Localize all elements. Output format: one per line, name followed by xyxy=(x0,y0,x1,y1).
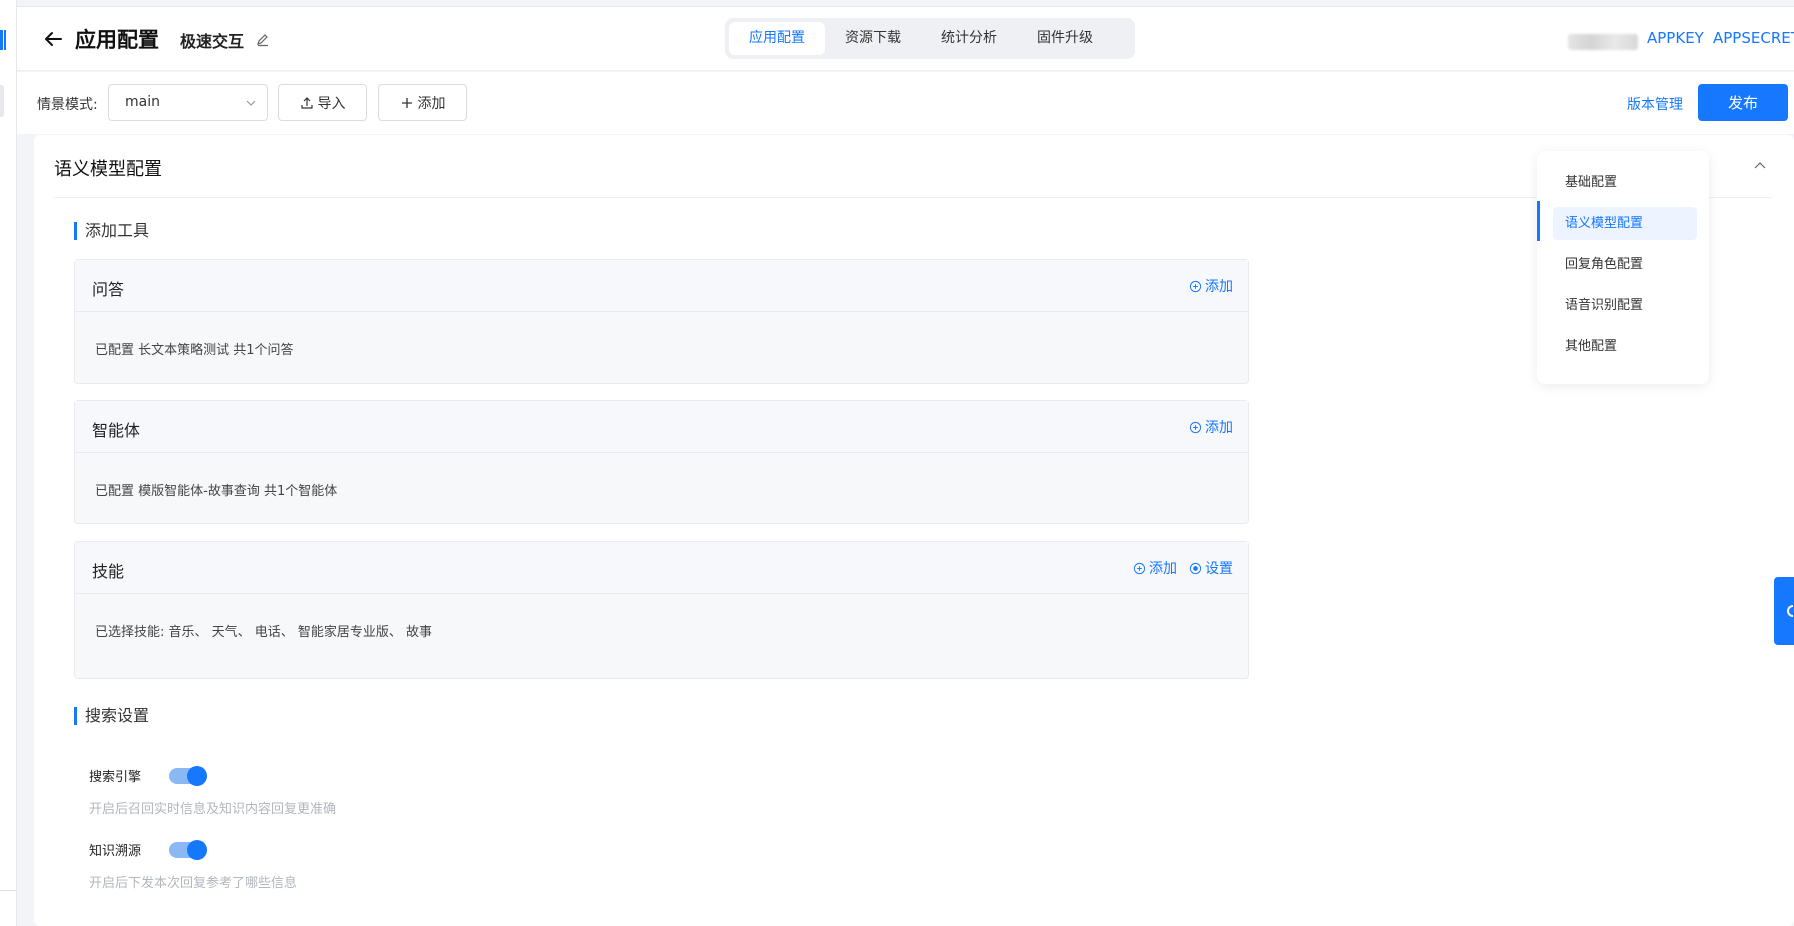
skill-add-button[interactable]: 添加 xyxy=(1133,558,1177,578)
floating-help-tab[interactable] xyxy=(1774,577,1794,645)
skill-add-label: 添加 xyxy=(1149,561,1177,577)
sidebar-active-marker xyxy=(0,85,4,117)
agent-add-label: 添加 xyxy=(1205,420,1233,436)
mode-label: 情景模式: xyxy=(37,97,98,113)
gear-icon xyxy=(1189,562,1202,574)
plus-circle-icon xyxy=(1189,280,1202,292)
anchor-other-config[interactable]: 其他配置 xyxy=(1553,330,1697,363)
agent-title: 智能体 xyxy=(92,421,141,440)
anchor-speech-recognition-config[interactable]: 语音识别配置 xyxy=(1553,289,1697,322)
qa-add-label: 添加 xyxy=(1205,279,1233,295)
back-arrow-icon[interactable] xyxy=(41,27,65,51)
skill-title: 技能 xyxy=(92,562,125,581)
card-divider xyxy=(54,197,1772,198)
search-engine-toggle[interactable] xyxy=(169,766,207,786)
card-title: 语义模型配置 xyxy=(54,159,162,180)
mode-select[interactable]: main xyxy=(108,84,268,121)
chevron-up-icon[interactable] xyxy=(1752,158,1768,174)
header: 应用配置 极速交互 应用配置 资源下载 统计分析 固件升级 APPKEY APP… xyxy=(17,7,1794,71)
tab-firmware-upgrade[interactable]: 固件升级 xyxy=(1017,22,1113,55)
anchor-semantic-model-config[interactable]: 语义模型配置 xyxy=(1553,207,1697,240)
anchor-active-rail xyxy=(1537,201,1540,241)
anchor-reply-role-config[interactable]: 回复角色配置 xyxy=(1553,248,1697,281)
add-scene-button[interactable]: 添加 xyxy=(378,84,467,121)
knowledge-trace-label: 知识溯源 xyxy=(89,844,142,859)
publish-button[interactable]: 发布 xyxy=(1698,84,1788,121)
semantic-model-card: 语义模型配置 添加工具 问答 添加 已配置 长文本策略测试 共1个问答 智能体 … xyxy=(34,135,1794,926)
page-title: 应用配置 xyxy=(75,28,159,52)
anchor-basic-config[interactable]: 基础配置 xyxy=(1553,166,1697,199)
add-label: 添加 xyxy=(417,95,446,112)
masked-app-id xyxy=(1568,34,1638,50)
appsecret-link[interactable]: APPSECRET xyxy=(1713,29,1794,47)
anchor-nav: 基础配置 语义模型配置 回复角色配置 语音识别配置 其他配置 xyxy=(1537,151,1709,384)
top-border xyxy=(17,0,1794,7)
qa-add-button[interactable]: 添加 xyxy=(1189,276,1233,296)
help-icon xyxy=(1787,605,1793,617)
skill-tool-box: 技能 添加 设置 已选择技能: 音乐、 天气、 电话、 智能家居专业版、 故事 xyxy=(74,541,1249,679)
skill-summary: 已选择技能: 音乐、 天气、 电话、 智能家居专业版、 故事 xyxy=(95,625,433,640)
search-section-heading: 搜索设置 xyxy=(74,707,149,725)
edit-icon[interactable] xyxy=(255,31,271,47)
upload-icon xyxy=(300,96,313,109)
left-sidebar-edge xyxy=(0,0,17,926)
knowledge-trace-hint: 开启后下发本次回复参考了哪些信息 xyxy=(89,876,298,891)
search-engine-label: 搜索引擎 xyxy=(89,770,142,785)
appkey-link[interactable]: APPKEY xyxy=(1647,29,1704,47)
skill-settings-button[interactable]: 设置 xyxy=(1189,558,1233,578)
skill-settings-label: 设置 xyxy=(1205,561,1233,577)
search-engine-hint: 开启后召回实时信息及知识内容回复更准确 xyxy=(89,802,337,817)
tab-resource-download[interactable]: 资源下载 xyxy=(825,22,921,55)
import-button[interactable]: 导入 xyxy=(278,84,367,121)
mode-select-value: main xyxy=(125,94,160,110)
tab-statistics[interactable]: 统计分析 xyxy=(921,22,1017,55)
qa-tool-box: 问答 添加 已配置 长文本策略测试 共1个问答 xyxy=(74,259,1249,384)
qa-title: 问答 xyxy=(92,280,125,299)
main-tabs: 应用配置 资源下载 统计分析 固件升级 xyxy=(725,18,1135,59)
version-management-link[interactable]: 版本管理 xyxy=(1627,94,1683,114)
menu-icon[interactable] xyxy=(0,30,6,50)
knowledge-trace-toggle[interactable] xyxy=(169,840,207,860)
plus-circle-icon xyxy=(1189,421,1202,433)
app-name: 极速交互 xyxy=(180,32,245,51)
agent-add-button[interactable]: 添加 xyxy=(1189,417,1233,437)
sidebar-divider xyxy=(0,890,16,891)
chevron-down-icon xyxy=(246,100,256,106)
toolbar: 情景模式: main 导入 添加 版本管理 发布 xyxy=(17,72,1794,134)
plus-icon xyxy=(401,97,412,108)
plus-circle-icon xyxy=(1133,562,1146,574)
qa-summary: 已配置 长文本策略测试 共1个问答 xyxy=(95,343,294,358)
tab-app-config[interactable]: 应用配置 xyxy=(729,22,825,55)
import-label: 导入 xyxy=(317,95,346,112)
tools-section-heading: 添加工具 xyxy=(74,222,149,240)
agent-summary: 已配置 模版智能体-故事查询 共1个智能体 xyxy=(95,484,338,499)
agent-tool-box: 智能体 添加 已配置 模版智能体-故事查询 共1个智能体 xyxy=(74,400,1249,524)
